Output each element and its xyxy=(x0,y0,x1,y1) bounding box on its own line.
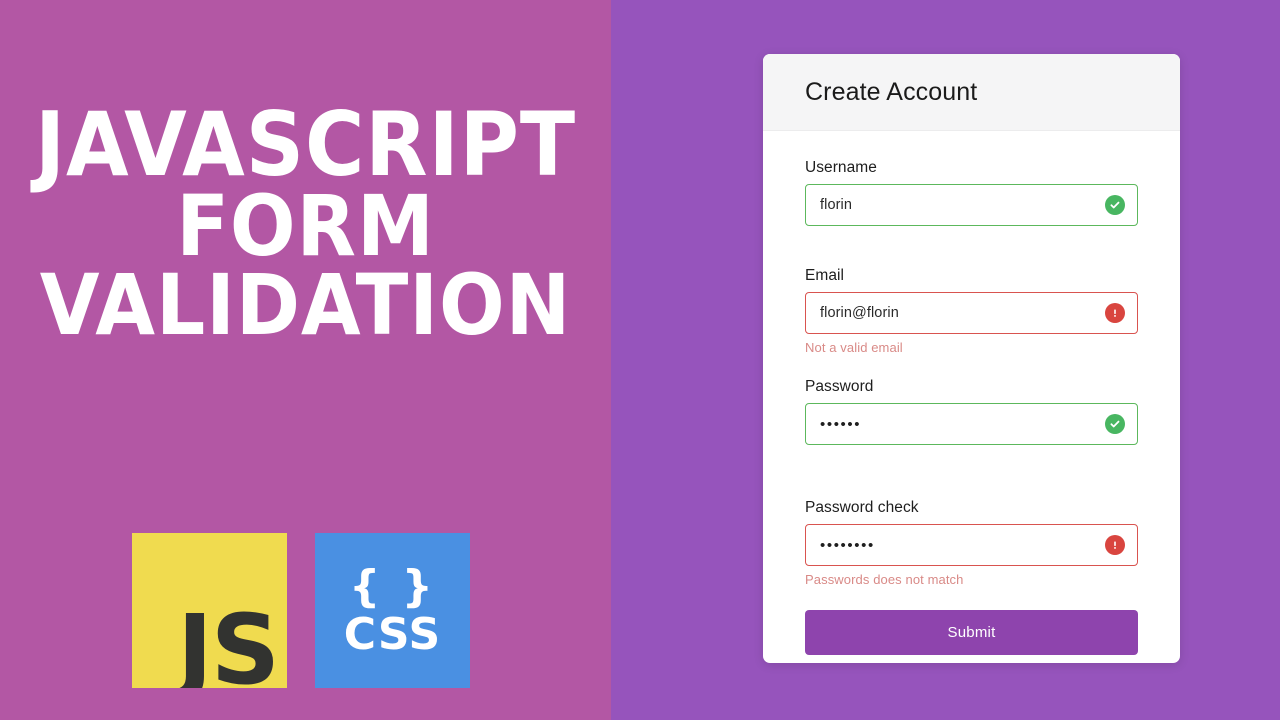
promo-title: JavaScript Form Validation xyxy=(0,93,611,354)
javascript-logo-label: JS xyxy=(177,594,280,688)
email-input-wrap: florin@florin xyxy=(805,292,1138,334)
check-circle-icon xyxy=(1105,414,1125,434)
password-error xyxy=(805,451,1138,467)
email-input[interactable]: florin@florin xyxy=(805,292,1138,334)
css-logo-badge: { } CSS xyxy=(315,533,470,688)
card-header: Create Account xyxy=(763,54,1180,131)
username-input[interactable]: florin xyxy=(805,184,1138,226)
field-email: Email florin@florin Not a valid email xyxy=(805,267,1138,356)
promo-panel: JavaScript Form Validation JS { } CSS xyxy=(0,0,611,720)
create-account-card: Create Account Username florin Email flo… xyxy=(763,54,1180,663)
password-check-input-value: •••••••• xyxy=(820,536,875,554)
username-label: Username xyxy=(805,159,877,176)
password-check-label: Password check xyxy=(805,499,919,516)
password-check-error: Passwords does not match xyxy=(805,572,964,587)
password-label: Password xyxy=(805,378,874,395)
tech-badges: JS { } CSS xyxy=(132,533,470,688)
css-logo-label: CSS xyxy=(343,608,442,660)
field-username: Username florin xyxy=(805,159,1138,248)
password-input-value: •••••• xyxy=(820,415,862,433)
field-password-check: Password check •••••••• Passwords does n… xyxy=(805,499,1138,588)
password-input-wrap: •••••• xyxy=(805,403,1138,445)
username-error xyxy=(805,232,1138,248)
curly-braces-icon: { } xyxy=(349,560,436,612)
email-input-value: florin@florin xyxy=(820,305,899,321)
exclamation-circle-icon xyxy=(1105,535,1125,555)
form-panel: Create Account Username florin Email flo… xyxy=(611,0,1280,720)
javascript-logo-badge: JS xyxy=(132,533,287,688)
card-body: Username florin Email florin@florin Not … xyxy=(763,131,1180,663)
promo-title-line-3: Validation xyxy=(39,255,572,354)
field-password: Password •••••• xyxy=(805,378,1138,467)
password-input[interactable]: •••••• xyxy=(805,403,1138,445)
screen: JavaScript Form Validation JS { } CSS Cr… xyxy=(0,0,1280,720)
submit-button[interactable]: Submit xyxy=(805,610,1138,655)
username-input-wrap: florin xyxy=(805,184,1138,226)
exclamation-circle-icon xyxy=(1105,303,1125,323)
username-input-value: florin xyxy=(820,197,853,213)
password-check-input-wrap: •••••••• xyxy=(805,524,1138,566)
email-label: Email xyxy=(805,267,845,284)
promo-title-line-1: JavaScript xyxy=(34,93,577,196)
page-title: Create Account xyxy=(805,77,978,106)
password-check-input[interactable]: •••••••• xyxy=(805,524,1138,566)
check-circle-icon xyxy=(1105,195,1125,215)
promo-title-line-2: Form xyxy=(176,176,435,275)
email-error: Not a valid email xyxy=(805,340,903,355)
